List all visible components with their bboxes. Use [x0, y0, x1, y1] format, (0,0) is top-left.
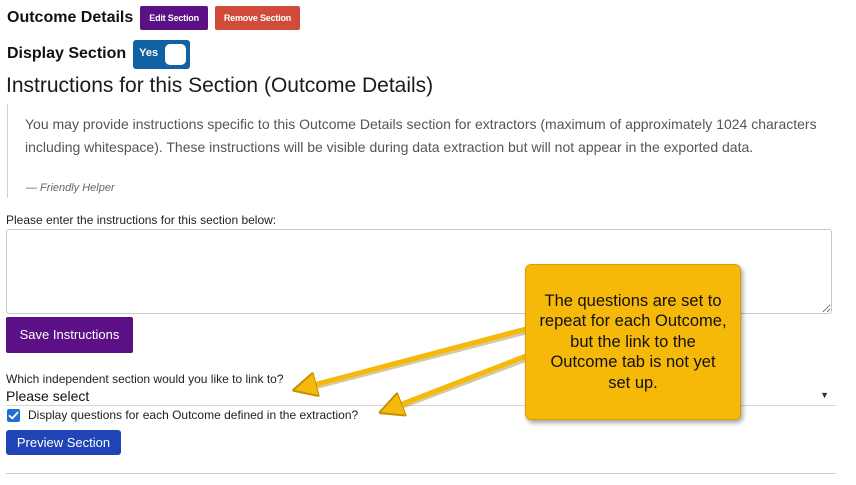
divider	[6, 473, 836, 474]
display-section-label: Display Section	[7, 45, 127, 62]
toggle-value: Yes	[139, 46, 159, 59]
link-section-label: Which independent section would you like…	[6, 372, 284, 386]
remove-section-button[interactable]: Remove Section	[214, 6, 301, 30]
instructions-title: Instructions for this Section (Outcome D…	[6, 74, 434, 97]
toggle-knob	[165, 43, 187, 65]
helper-text: You may provide instructions specific to…	[25, 116, 817, 155]
edit-section-button[interactable]: Edit Section	[140, 6, 208, 30]
display-per-outcome-checkbox[interactable]	[7, 408, 20, 422]
section-name: Outcome Details	[7, 9, 134, 26]
chevron-down-icon: ▼	[820, 390, 829, 400]
section-header: Outcome Details Edit Section Remove Sect…	[7, 6, 301, 30]
callout-text: The questions are set to repeat for each…	[539, 291, 727, 392]
callout-box: The questions are set to repeat for each…	[525, 264, 741, 420]
display-per-outcome-row: Display questions for each Outcome defin…	[7, 407, 358, 423]
select-value: Please select	[6, 388, 90, 404]
display-per-outcome-label: Display questions for each Outcome defin…	[28, 408, 359, 422]
display-section-toggle[interactable]: Yes	[133, 39, 191, 69]
checkmark-icon	[8, 411, 19, 419]
helper-footer: — Friendly Helper	[26, 182, 115, 194]
save-instructions-button[interactable]: Save Instructions	[6, 317, 133, 353]
display-section-row: Display Section Yes	[7, 39, 191, 69]
instructions-input-label: Please enter the instructions for this s…	[6, 213, 277, 227]
arrow-to-select	[305, 326, 531, 389]
helper-blockquote: You may provide instructions specific to…	[7, 104, 828, 198]
preview-section-button[interactable]: Preview Section	[6, 430, 121, 455]
page: Outcome Details Edit Section Remove Sect…	[0, 0, 856, 485]
